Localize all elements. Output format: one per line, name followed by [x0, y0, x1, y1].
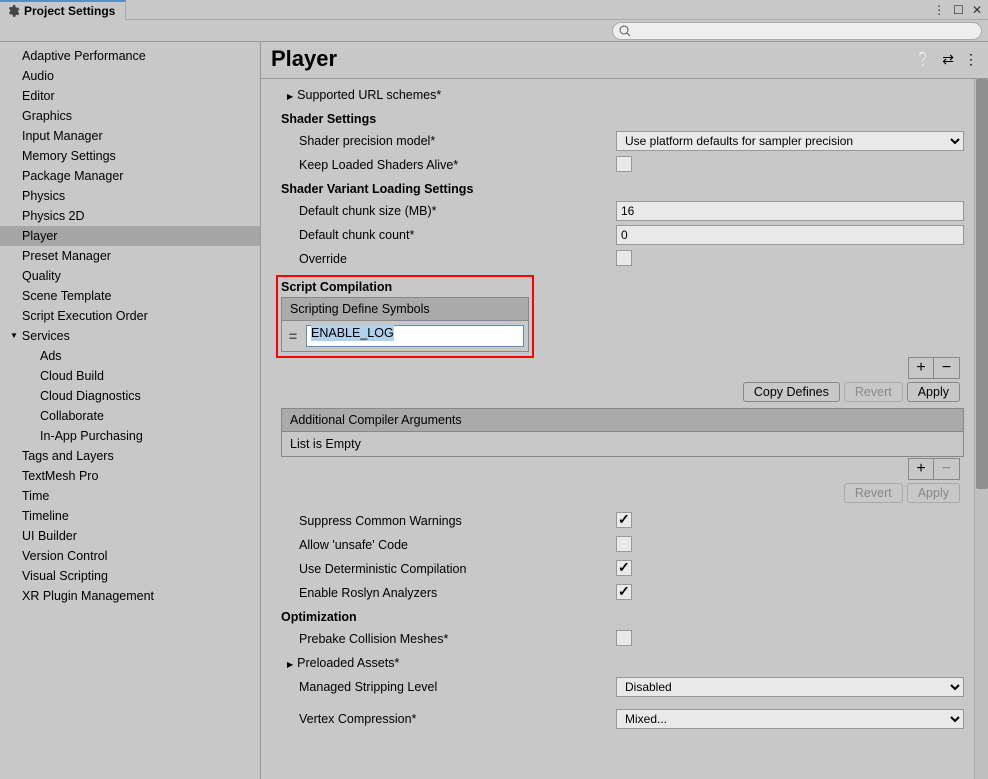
- player-inspector: Supported URL schemes* Shader Settings S…: [261, 79, 974, 779]
- stripping-label: Managed Stripping Level: [281, 680, 616, 694]
- remove-define-button[interactable]: −: [934, 357, 960, 379]
- sidebar-item-services[interactable]: Services: [0, 326, 260, 346]
- help-icon[interactable]: ❔: [915, 51, 932, 68]
- chunk-size-label: Default chunk size (MB)*: [281, 204, 616, 218]
- preset-icon[interactable]: ⇄: [942, 51, 954, 68]
- chunk-count-input[interactable]: [616, 225, 964, 245]
- sidebar-item-script-execution-order[interactable]: Script Execution Order: [0, 306, 260, 326]
- sidebar-item-memory-settings[interactable]: Memory Settings: [0, 146, 260, 166]
- window-title: Project Settings: [24, 4, 115, 18]
- sidebar-item-quality[interactable]: Quality: [0, 266, 260, 286]
- script-compilation-header: Script Compilation: [281, 280, 529, 297]
- preloaded-assets-foldout[interactable]: Preloaded Assets*: [281, 656, 616, 670]
- sidebar-item-in-app-purchasing[interactable]: In-App Purchasing: [0, 426, 260, 446]
- keep-loaded-shaders-checkbox[interactable]: [616, 156, 632, 172]
- roslyn-label: Enable Roslyn Analyzers: [281, 586, 616, 600]
- window-tab[interactable]: Project Settings: [0, 0, 126, 20]
- shader-precision-select[interactable]: Use platform defaults for sampler precis…: [616, 131, 964, 151]
- sidebar-item-collaborate[interactable]: Collaborate: [0, 406, 260, 426]
- args-revert-button[interactable]: Revert: [844, 483, 903, 503]
- sidebar-item-tags-and-layers[interactable]: Tags and Layers: [0, 446, 260, 466]
- sidebar-item-preset-manager[interactable]: Preset Manager: [0, 246, 260, 266]
- maximize-icon[interactable]: ☐: [953, 3, 964, 17]
- suppress-warnings-label: Suppress Common Warnings: [281, 514, 616, 528]
- sidebar-item-textmesh-pro[interactable]: TextMesh Pro: [0, 466, 260, 486]
- suppress-warnings-checkbox[interactable]: [616, 512, 632, 528]
- shader-settings-header: Shader Settings: [281, 107, 964, 129]
- sidebar-item-package-manager[interactable]: Package Manager: [0, 166, 260, 186]
- override-checkbox[interactable]: [616, 250, 632, 266]
- sidebar-item-physics-2d[interactable]: Physics 2D: [0, 206, 260, 226]
- vertex-compression-label: Vertex Compression*: [281, 712, 616, 726]
- gear-icon: [6, 4, 20, 18]
- prebake-label: Prebake Collision Meshes*: [281, 632, 616, 646]
- sidebar-item-editor[interactable]: Editor: [0, 86, 260, 106]
- close-icon[interactable]: ✕: [972, 3, 982, 17]
- highlighted-region: Script Compilation Scripting Define Symb…: [276, 275, 534, 358]
- remove-arg-button[interactable]: −: [934, 458, 960, 480]
- deterministic-checkbox[interactable]: [616, 560, 632, 576]
- scripting-define-symbols-header: Scripting Define Symbols: [281, 297, 529, 320]
- sidebar-item-audio[interactable]: Audio: [0, 66, 260, 86]
- sidebar-item-physics[interactable]: Physics: [0, 186, 260, 206]
- sidebar-item-ads[interactable]: Ads: [0, 346, 260, 366]
- args-apply-button[interactable]: Apply: [907, 483, 960, 503]
- sidebar-item-scene-template[interactable]: Scene Template: [0, 286, 260, 306]
- compiler-args-header: Additional Compiler Arguments: [281, 408, 964, 431]
- chunk-count-label: Default chunk count*: [281, 228, 616, 242]
- optimization-header: Optimization: [281, 605, 964, 627]
- settings-sidebar: Adaptive PerformanceAudioEditorGraphicsI…: [0, 42, 261, 779]
- search-icon: [619, 25, 631, 37]
- sidebar-item-cloud-build[interactable]: Cloud Build: [0, 366, 260, 386]
- sidebar-item-visual-scripting[interactable]: Visual Scripting: [0, 566, 260, 586]
- allow-unsafe-checkbox[interactable]: [616, 536, 632, 552]
- shader-precision-label: Shader precision model*: [281, 134, 616, 148]
- sidebar-item-adaptive-performance[interactable]: Adaptive Performance: [0, 46, 260, 66]
- deterministic-label: Use Deterministic Compilation: [281, 562, 616, 576]
- chunk-size-input[interactable]: [616, 201, 964, 221]
- variant-loading-header: Shader Variant Loading Settings: [281, 177, 964, 199]
- sidebar-item-player[interactable]: Player: [0, 226, 260, 246]
- title-bar: Project Settings ⋮ ☐ ✕: [0, 0, 988, 20]
- stripping-select[interactable]: Disabled: [616, 677, 964, 697]
- page-title: Player: [271, 46, 337, 72]
- add-arg-button[interactable]: +: [908, 458, 934, 480]
- define-symbol-row: = ENABLE_LOG: [286, 325, 524, 347]
- menu-icon[interactable]: ⋮: [933, 3, 945, 17]
- keep-loaded-shaders-label: Keep Loaded Shaders Alive*: [281, 158, 616, 172]
- supported-url-schemes-foldout[interactable]: Supported URL schemes*: [281, 88, 616, 102]
- defines-apply-button[interactable]: Apply: [907, 382, 960, 402]
- sidebar-item-xr-plugin-management[interactable]: XR Plugin Management: [0, 586, 260, 606]
- copy-defines-button[interactable]: Copy Defines: [743, 382, 840, 402]
- sidebar-item-cloud-diagnostics[interactable]: Cloud Diagnostics: [0, 386, 260, 406]
- override-label: Override: [281, 252, 616, 266]
- scrollbar-thumb[interactable]: [976, 79, 988, 489]
- sidebar-item-input-manager[interactable]: Input Manager: [0, 126, 260, 146]
- prebake-checkbox[interactable]: [616, 630, 632, 646]
- sidebar-item-version-control[interactable]: Version Control: [0, 546, 260, 566]
- drag-handle-icon[interactable]: =: [286, 332, 300, 340]
- defines-revert-button[interactable]: Revert: [844, 382, 903, 402]
- compiler-args-empty: List is Empty: [281, 431, 964, 457]
- allow-unsafe-label: Allow 'unsafe' Code: [281, 538, 616, 552]
- sidebar-item-ui-builder[interactable]: UI Builder: [0, 526, 260, 546]
- vertex-compression-select[interactable]: Mixed...: [616, 709, 964, 729]
- define-symbol-input[interactable]: ENABLE_LOG: [306, 325, 524, 347]
- sidebar-item-time[interactable]: Time: [0, 486, 260, 506]
- sidebar-item-timeline[interactable]: Timeline: [0, 506, 260, 526]
- add-define-button[interactable]: +: [908, 357, 934, 379]
- search-input[interactable]: [612, 22, 982, 40]
- search-bar: [0, 20, 988, 42]
- roslyn-checkbox[interactable]: [616, 584, 632, 600]
- context-menu-icon[interactable]: ⋮: [964, 51, 978, 68]
- vertical-scrollbar[interactable]: [974, 79, 988, 779]
- sidebar-item-graphics[interactable]: Graphics: [0, 106, 260, 126]
